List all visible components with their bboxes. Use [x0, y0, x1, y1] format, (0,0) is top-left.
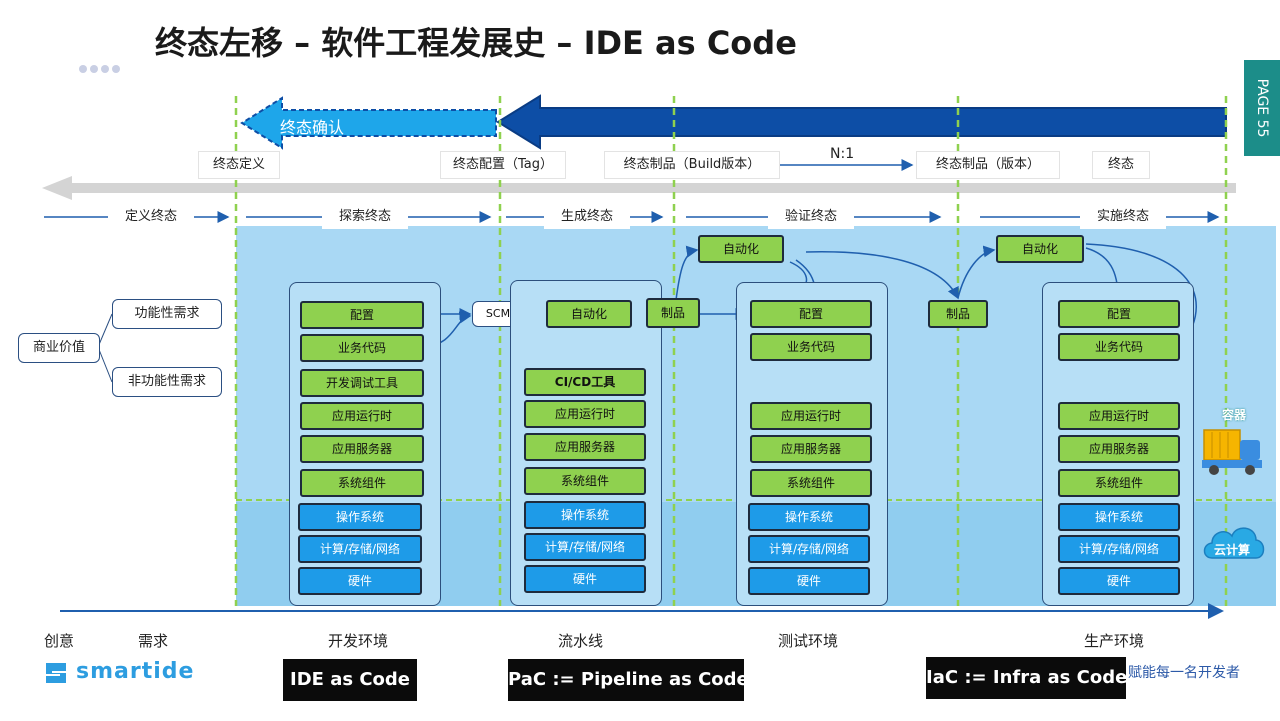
pipeline-os: 操作系统	[524, 501, 646, 529]
milestone-define: 终态定义	[198, 151, 280, 179]
test-app-server: 应用服务器	[750, 435, 872, 463]
test-system-components: 系统组件	[750, 469, 872, 497]
non-functional-requirement-box: 非功能性需求	[112, 367, 222, 397]
pipeline-app-server: 应用服务器	[524, 433, 646, 461]
dev-debug-tools: 开发调试工具	[300, 369, 424, 397]
dev-app-server: 应用服务器	[300, 435, 424, 463]
test-compute-storage-network: 计算/存储/网络	[748, 535, 870, 563]
test-app-runtime: 应用运行时	[750, 402, 872, 430]
pipeline-compute-storage-network: 计算/存储/网络	[524, 533, 646, 561]
timeline-gray-arrow	[42, 176, 1236, 200]
test-hardware: 硬件	[748, 567, 870, 595]
prod-os: 操作系统	[1058, 503, 1180, 531]
test-automation: 自动化	[698, 235, 784, 263]
stage-explore: 探索终态	[322, 205, 408, 229]
milestone-build-artifact: 终态制品（Build版本）	[604, 151, 780, 179]
dev-hardware: 硬件	[298, 567, 422, 595]
bottom-label-dev-env: 开发环境	[328, 632, 389, 650]
stage-implement: 实施终态	[1080, 205, 1166, 229]
bottom-label-test-env: 测试环境	[778, 632, 839, 650]
bottom-label-pipeline: 流水线	[558, 632, 604, 650]
pipeline-artifact: 制品	[646, 298, 700, 328]
milestone-config-tag: 终态配置（Tag）	[440, 151, 566, 179]
smartide-logo-icon	[46, 663, 66, 683]
prod-artifact: 制品	[928, 300, 988, 328]
pipeline-app-runtime: 应用运行时	[524, 400, 646, 428]
pipeline-as-code-box: PaC := Pipeline as Code	[508, 659, 749, 701]
ide-as-code-box: IDE as Code	[283, 659, 417, 701]
stage-define: 定义终态	[108, 205, 194, 229]
bottom-label-idea: 创意	[44, 632, 75, 650]
pipeline-automation: 自动化	[546, 300, 632, 328]
container-truck-icon	[1202, 429, 1262, 475]
slogan: 赋能每一名开发者	[1128, 665, 1240, 681]
final-state-confirm-label: 终态确认	[280, 118, 345, 137]
prod-compute-storage-network: 计算/存储/网络	[1058, 535, 1180, 563]
ratio-label: N:1	[830, 146, 855, 162]
pipeline-cicd-tools: CI/CD工具	[524, 368, 646, 396]
bottom-label-requirement: 需求	[138, 632, 169, 650]
smartide-logo-text: smartide	[76, 659, 195, 684]
test-config: 配置	[750, 300, 872, 328]
prod-app-server: 应用服务器	[1058, 435, 1180, 463]
prod-automation: 自动化	[996, 235, 1084, 263]
final-state-big-arrow	[496, 94, 1227, 150]
stage-generate: 生成终态	[544, 205, 630, 229]
milestone-release-artifact: 终态制品（版本）	[916, 151, 1060, 179]
infra-as-code-box: IaC := Infra as Code	[926, 657, 1127, 699]
prod-config: 配置	[1058, 300, 1180, 328]
prod-business-code: 业务代码	[1058, 333, 1180, 361]
milestone-final: 终态	[1092, 151, 1150, 179]
pipeline-system-components: 系统组件	[524, 467, 646, 495]
test-business-code: 业务代码	[750, 333, 872, 361]
prod-system-components: 系统组件	[1058, 469, 1180, 497]
dev-business-code: 业务代码	[300, 334, 424, 362]
container-label: 容器	[1222, 408, 1247, 422]
business-value-box: 商业价值	[18, 333, 100, 363]
bottom-label-prod-env: 生产环境	[1084, 632, 1145, 650]
dev-compute-storage-network: 计算/存储/网络	[298, 535, 422, 563]
prod-hardware: 硬件	[1058, 567, 1180, 595]
pipeline-hardware: 硬件	[524, 565, 646, 593]
functional-requirement-box: 功能性需求	[112, 299, 222, 329]
dev-system-components: 系统组件	[300, 469, 424, 497]
cloud-label: 云计算	[1214, 543, 1251, 557]
prod-app-runtime: 应用运行时	[1058, 402, 1180, 430]
dev-app-runtime: 应用运行时	[300, 402, 424, 430]
dev-os: 操作系统	[298, 503, 422, 531]
stage-verify: 验证终态	[768, 205, 854, 229]
dev-config: 配置	[300, 301, 424, 329]
test-os: 操作系统	[748, 503, 870, 531]
